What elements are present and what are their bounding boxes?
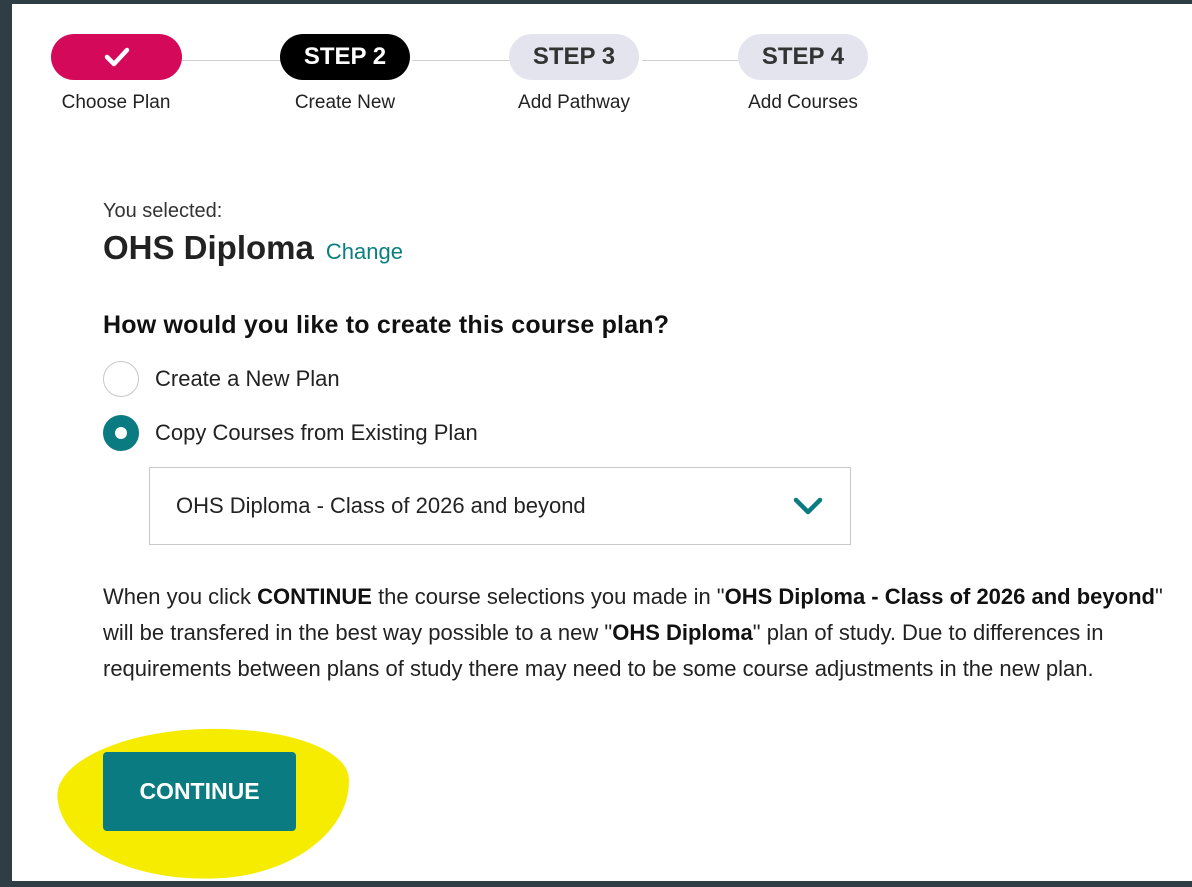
step-2-label: Create New — [294, 92, 396, 113]
step-connector — [182, 60, 282, 61]
step-connector — [412, 60, 512, 61]
radio-copy-existing[interactable] — [103, 415, 139, 451]
continue-button-area: CONTINUE — [54, 721, 358, 887]
continue-button[interactable]: CONTINUE — [103, 752, 296, 831]
option-create-new-label[interactable]: Create a New Plan — [155, 366, 340, 392]
step-3-label: Add Pathway — [518, 92, 630, 113]
selected-plan-row: OHS Diploma Change — [103, 229, 1183, 267]
option-create-new[interactable]: Create a New Plan — [103, 360, 1183, 398]
step-4: STEP 4 Add Courses — [738, 34, 868, 114]
step-1-pill[interactable] — [51, 34, 182, 80]
step-2: STEP 2 Create New — [280, 34, 410, 114]
step-1[interactable]: Choose Plan — [51, 34, 182, 114]
chevron-down-icon — [793, 497, 823, 515]
create-method-question: How would you like to create this course… — [103, 311, 670, 339]
step-3-pill: STEP 3 — [509, 34, 639, 80]
transfer-info-text: When you click CONTINUE the course selec… — [103, 584, 1163, 681]
step-2-pill: STEP 2 — [280, 34, 410, 80]
option-copy-existing-label[interactable]: Copy Courses from Existing Plan — [155, 420, 478, 446]
step-4-pill: STEP 4 — [738, 34, 868, 80]
selected-plan-name: OHS Diploma — [103, 229, 314, 266]
step-3: STEP 3 Add Pathway — [509, 34, 639, 114]
existing-plan-select[interactable]: OHS Diploma - Class of 2026 and beyond — [149, 467, 851, 545]
option-copy-existing[interactable]: Copy Courses from Existing Plan — [103, 414, 1183, 452]
existing-plan-select-value: OHS Diploma - Class of 2026 and beyond — [176, 493, 586, 518]
radio-create-new[interactable] — [103, 361, 139, 397]
create-plan-form: You selected: OHS Diploma Change How wou… — [103, 200, 1183, 687]
checkmark-icon — [104, 47, 129, 67]
change-plan-link[interactable]: Change — [326, 239, 403, 265]
step-1-label: Choose Plan — [61, 92, 171, 113]
step-4-label: Add Courses — [748, 92, 858, 113]
main-panel: Choose Plan STEP 2 Create New STEP 3 Add… — [12, 0, 1192, 887]
selected-label: You selected: — [103, 200, 223, 222]
progress-stepper: Choose Plan STEP 2 Create New STEP 3 Add… — [12, 34, 1192, 124]
step-connector — [642, 60, 742, 61]
